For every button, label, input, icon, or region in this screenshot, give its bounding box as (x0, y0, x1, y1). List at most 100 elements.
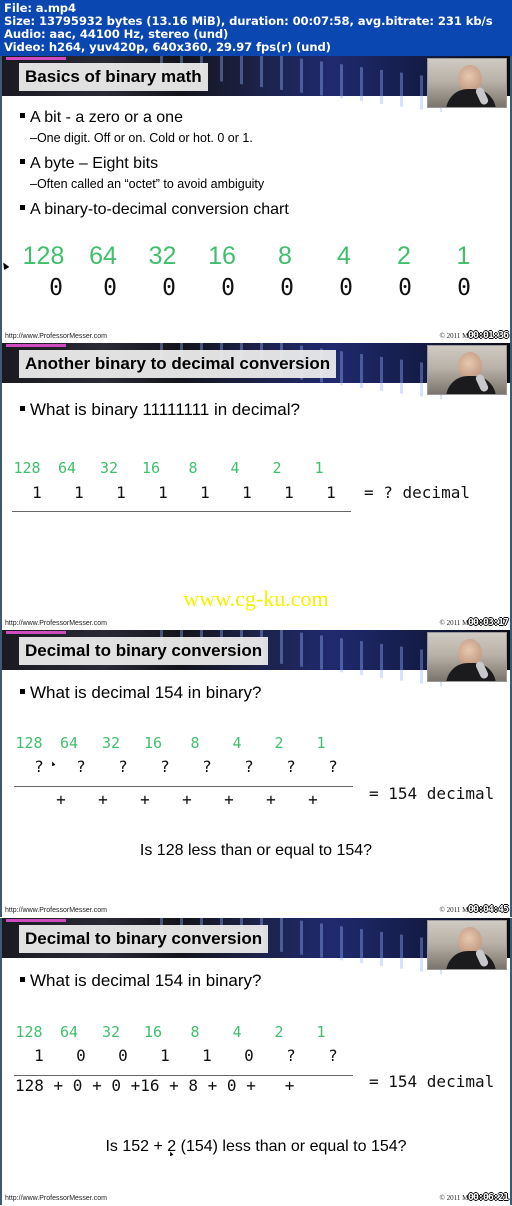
place-value: 8 (190, 1023, 200, 1041)
result-text: = 154 decimal (369, 1072, 495, 1091)
place-value-row: 128 64 32 16 8 4 2 1 (8, 459, 340, 477)
place-value: 64 (57, 459, 77, 477)
bit-value: 1 (284, 483, 294, 502)
place-value: 2 (274, 1023, 284, 1041)
slide-title: Another binary to decimal conversion (19, 350, 337, 378)
result-text: = 154 decimal (369, 784, 495, 803)
slide-title: Basics of binary math (19, 63, 208, 91)
bullet-item: A bit - a zero or a one (20, 109, 183, 127)
bit-value: 0 (103, 275, 117, 301)
bit-value: 1 (242, 483, 252, 502)
place-value: 32 (148, 242, 177, 270)
place-value: 16 (143, 1023, 163, 1041)
place-value: 64 (59, 1023, 79, 1041)
question-bullet: What is decimal 154 in binary? (20, 683, 262, 703)
place-value: 32 (101, 1023, 121, 1041)
place-value-row: 128 64 32 16 8 4 2 1 (16, 242, 491, 271)
sum-rule (12, 511, 351, 512)
place-value: 128 (15, 1023, 43, 1041)
watermark-text: www.cg-ku.com (183, 586, 329, 611)
place-value: 1 (316, 1023, 326, 1041)
place-value: 8 (188, 459, 198, 477)
bullet-item: A binary-to-decimal conversion chart (20, 201, 289, 219)
place-value: 1 (456, 242, 471, 270)
place-value: 64 (59, 734, 79, 752)
frame-timestamp: 00:06:21 (467, 1192, 509, 1203)
slide-title: Decimal to binary conversion (19, 925, 269, 953)
file-info-header: File: a.mp4 Size: 13795932 bytes (13.16 … (0, 0, 512, 56)
place-value: 4 (230, 459, 240, 477)
bit-value: ? (286, 757, 296, 776)
bit-value: 0 (162, 275, 176, 301)
place-value: 16 (141, 459, 161, 477)
sub-bullet-item: –One digit. Off or on. Cold or hot. 0 or… (30, 131, 253, 145)
prompt-question: Is 128 less than or equal to 154? (139, 842, 373, 859)
bit-value: 0 (49, 275, 63, 301)
sum-term: + (224, 790, 234, 809)
place-value-row: 128 64 32 16 8 4 2 1 (10, 734, 342, 752)
webcam-thumbnail (427, 58, 507, 108)
bit-value: 1 (32, 483, 42, 502)
sum-term: + (308, 790, 318, 809)
bit-value: 1 (200, 483, 210, 502)
frame-timestamp: 00:03:17 (467, 617, 509, 628)
video-info: Video: h264, yuv420p, 640x360, 29.97 fps… (4, 40, 331, 54)
place-value: 2 (397, 242, 411, 270)
bit-value: ? (160, 757, 170, 776)
bit-row: 1 1 1 1 1 1 1 1 = ? decimal (16, 483, 470, 502)
sum-term: + (140, 790, 150, 809)
footer-url: http://www.ProfessorMesser.com (5, 1195, 107, 1202)
place-value: 128 (13, 459, 41, 477)
place-value: 128 (22, 242, 65, 270)
frame-timestamp: 00:04:45 (467, 904, 509, 915)
sum-rule (14, 786, 353, 787)
bit-value: 1 (158, 483, 168, 502)
place-value: 1 (314, 459, 324, 477)
bit-value: 0 (76, 1046, 86, 1065)
video-frame-1: Basics of binary math A bit - a zero or … (0, 56, 512, 343)
place-value: 16 (143, 734, 163, 752)
bit-value: ? (328, 757, 338, 776)
sum-row: + + + + + + + (40, 790, 334, 809)
webcam-thumbnail (427, 920, 507, 970)
bit-value: 0 (457, 275, 471, 301)
bit-value: ? (286, 1046, 296, 1065)
place-value: 32 (101, 734, 121, 752)
bit-value: 0 (118, 1046, 128, 1065)
place-value: 32 (99, 459, 119, 477)
bit-value: 0 (221, 275, 235, 301)
place-value: 8 (278, 242, 292, 270)
footer-url: http://www.ProfessorMesser.com (5, 907, 107, 914)
place-value: 2 (274, 734, 284, 752)
bit-value: 1 (202, 1046, 212, 1065)
mouse-cursor-icon (2, 260, 10, 271)
video-frame-2: Another binary to decimal conversion Wha… (0, 343, 512, 630)
bit-value: ? (76, 757, 86, 776)
bit-value: 0 (339, 275, 353, 301)
question-bullet: What is binary 11111111 in decimal? (20, 400, 300, 420)
sum-term: + (98, 790, 108, 809)
place-value: 1 (316, 734, 326, 752)
place-value: 128 (15, 734, 43, 752)
prompt-question: Is 152 + 2 (154) less than or equal to 1… (105, 1138, 407, 1155)
bit-value: ? (118, 757, 128, 776)
slide-title: Decimal to binary conversion (19, 637, 269, 665)
place-value: 4 (337, 242, 351, 270)
footer-url: http://www.ProfessorMesser.com (5, 333, 107, 340)
webcam-thumbnail (427, 345, 507, 395)
bit-value: ? (244, 757, 254, 776)
place-value: 2 (272, 459, 282, 477)
place-value: 4 (232, 1023, 242, 1041)
bit-value: 0 (280, 275, 294, 301)
result-text: = ? decimal (364, 483, 470, 502)
bit-value: 0 (244, 1046, 254, 1065)
sub-bullet-item: –Often called an “octet” to avoid ambigu… (30, 177, 265, 191)
bit-row: 1 0 0 1 1 0 ? ? (18, 1046, 354, 1065)
place-value: 4 (232, 734, 242, 752)
video-frame-4: Decimal to binary conversion What is dec… (0, 918, 512, 1205)
sum-term: + (182, 790, 192, 809)
bit-row: 0 0 0 0 0 0 0 0 (32, 275, 494, 301)
bit-value: 1 (74, 483, 84, 502)
bit-value: 1 (160, 1046, 170, 1065)
bit-value: 1 (34, 1046, 44, 1065)
